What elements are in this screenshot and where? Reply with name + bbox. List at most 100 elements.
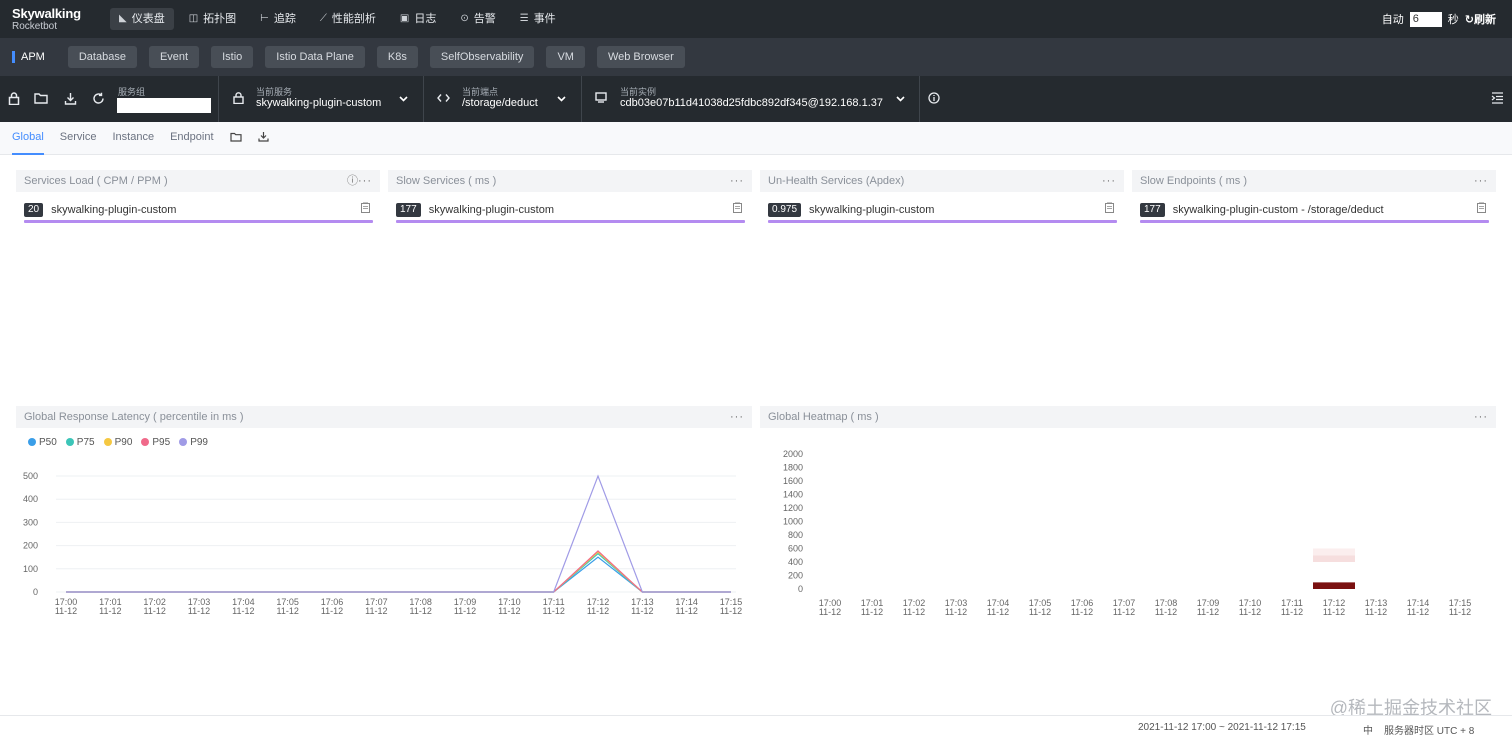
main-nav: ◣ 仪表盘 ◫ 拓扑图 ⊢ 追踪 ⟋ 性能剖析 ▣ 日志 ⊙ 告警 ☰ 事件 bbox=[110, 8, 565, 30]
heatmap-cell[interactable] bbox=[1313, 575, 1355, 583]
y-tick-label: 1400 bbox=[783, 490, 803, 500]
item-name: skywalking-plugin-custom bbox=[428, 204, 555, 216]
refresh-interval-input[interactable]: 6 bbox=[1409, 11, 1442, 27]
template-apm[interactable]: APM bbox=[12, 51, 56, 63]
item-name: skywalking-plugin-custom bbox=[809, 204, 935, 216]
menu-indent-icon[interactable] bbox=[1490, 92, 1504, 106]
logo[interactable]: Skywalking Rocketbot bbox=[12, 7, 81, 33]
legend-item[interactable]: P95 bbox=[141, 437, 170, 448]
logo-title: Skywalking bbox=[12, 6, 81, 21]
tab-endpoint[interactable]: Endpoint bbox=[170, 122, 213, 155]
template-selfobservability[interactable]: SelfObservability bbox=[429, 46, 535, 68]
nav-label: 告警 bbox=[473, 13, 496, 25]
more-icon[interactable]: ··· bbox=[1474, 170, 1488, 192]
heatmap-cell[interactable] bbox=[1313, 582, 1355, 589]
folder-icon[interactable] bbox=[34, 92, 48, 106]
legend-item[interactable]: P50 bbox=[28, 437, 57, 448]
tab-instance[interactable]: Instance bbox=[112, 122, 154, 155]
latency-legend: P50 P75 P90 P95 P99 bbox=[28, 437, 208, 448]
nav-item-0[interactable]: ◣ 仪表盘 bbox=[110, 8, 174, 30]
copy-icon[interactable] bbox=[733, 202, 742, 216]
y-tick-label: 1600 bbox=[783, 476, 803, 486]
y-tick-label: 200 bbox=[23, 541, 38, 551]
nav-item-6[interactable]: ☰ 事件 bbox=[511, 8, 565, 30]
download-icon[interactable] bbox=[257, 131, 269, 145]
y-tick-label: 600 bbox=[788, 544, 803, 554]
list-item[interactable]: 177 skywalking-plugin-custom - /storage/d… bbox=[1140, 200, 1384, 220]
template-vm[interactable]: VM bbox=[546, 46, 585, 68]
nav-label: 仪表盘 bbox=[131, 13, 165, 25]
y-tick-label: 400 bbox=[23, 494, 38, 504]
alarm-icon: ⊙ bbox=[460, 13, 469, 24]
copy-icon[interactable] bbox=[361, 202, 370, 216]
y-tick-label: 2000 bbox=[783, 449, 803, 459]
auto-refresh: 自动 6 秒 ↻刷新 bbox=[1382, 11, 1496, 27]
legend-item[interactable]: P75 bbox=[65, 437, 95, 448]
x-tick-label: 17:00 11-12 bbox=[55, 597, 78, 616]
template-event[interactable]: Event bbox=[148, 46, 200, 68]
y-tick-label: 400 bbox=[788, 557, 803, 567]
nav-item-3[interactable]: ⟋ 性能剖析 bbox=[311, 8, 385, 30]
event-icon: ☰ bbox=[519, 13, 529, 24]
nav-item-5[interactable]: ⊙ 告警 bbox=[451, 8, 504, 30]
copy-icon[interactable] bbox=[1105, 202, 1114, 216]
info-icon[interactable] bbox=[927, 92, 941, 106]
nav-item-4[interactable]: ▣ 日志 bbox=[391, 8, 445, 30]
dashboard-template-bar: APM Database Event Istio Istio Data Plane K8s… bbox=[0, 38, 1512, 76]
panel-title: Slow Services ( ms ) bbox=[396, 175, 497, 187]
more-icon[interactable]: ··· bbox=[1102, 170, 1116, 192]
template-database[interactable]: Database bbox=[67, 46, 137, 68]
value-bar bbox=[396, 220, 745, 223]
legend-item[interactable]: P99 bbox=[179, 437, 208, 448]
heatmap-cell[interactable] bbox=[1313, 555, 1355, 562]
list-item[interactable]: 0.975 skywalking-plugin-custom bbox=[768, 200, 934, 220]
time-range[interactable]: 2021-11-12 17:00 ~ 2021-11-12 17:15 bbox=[1138, 722, 1306, 733]
latency-line-chart: 0 100 200 300 400 500 17:00 11-12 17:01 11-12 17:0… bbox=[23, 471, 742, 616]
current-instance-value: cdb03e07b11d41038d25fdbc892df345@192.168… bbox=[620, 97, 883, 109]
legend-dot bbox=[28, 438, 36, 446]
current-service-value: skywalking-plugin-custom bbox=[256, 97, 382, 109]
reload-icon[interactable] bbox=[91, 92, 105, 106]
template-web-browser[interactable]: Web Browser bbox=[596, 46, 685, 68]
nav-item-1[interactable]: ◫ 拓扑图 bbox=[180, 8, 245, 30]
list-item[interactable]: 20 skywalking-plugin-custom bbox=[24, 200, 176, 220]
x-tick-label: 17:08 11-12 bbox=[1155, 598, 1178, 617]
template-istio-data-plane[interactable]: Istio Data Plane bbox=[265, 46, 365, 68]
logo-subtitle: Rocketbot bbox=[12, 21, 58, 32]
nav-item-2[interactable]: ⊢ 追踪 bbox=[251, 8, 305, 30]
refresh-button[interactable]: ↻刷新 bbox=[1465, 11, 1496, 27]
more-icon[interactable]: ··· bbox=[1474, 406, 1488, 428]
copy-icon[interactable] bbox=[1477, 202, 1486, 216]
template-k8s[interactable]: K8s bbox=[376, 46, 418, 68]
service-group-input[interactable] bbox=[117, 98, 211, 113]
info-icon[interactable]: ⓘ bbox=[347, 170, 358, 192]
folder-icon[interactable] bbox=[229, 132, 242, 145]
more-icon[interactable]: ··· bbox=[358, 170, 372, 192]
heatmap-cell[interactable] bbox=[1313, 548, 1355, 556]
language-toggle[interactable]: 中 bbox=[1363, 722, 1373, 737]
legend-dot bbox=[65, 438, 74, 446]
current-instance-selector[interactable]: 当前实例 cdb03e07b11d41038d25fdbc892df345@19… bbox=[581, 76, 918, 122]
current-service-selector[interactable]: 当前服务 skywalking-plugin-custom bbox=[218, 76, 422, 122]
lock-icon[interactable] bbox=[7, 92, 21, 106]
profile-icon: ⟋ bbox=[319, 13, 327, 24]
current-endpoint-selector[interactable]: 当前端点 /storage/deduct bbox=[423, 76, 580, 122]
tab-global[interactable]: Global bbox=[12, 122, 44, 155]
more-icon[interactable]: ··· bbox=[730, 406, 744, 428]
x-tick-label: 17:15 11-12 bbox=[1449, 598, 1472, 617]
value-bar bbox=[768, 220, 1117, 223]
series-line-p75 bbox=[66, 552, 731, 593]
dashboard-icon: ◣ bbox=[119, 13, 127, 24]
nav-label: 拓扑图 bbox=[203, 13, 237, 25]
more-icon[interactable]: ··· bbox=[730, 170, 744, 192]
x-tick-label: 17:06 11-12 bbox=[1071, 598, 1094, 617]
tab-service[interactable]: Service bbox=[60, 122, 97, 155]
x-tick-label: 17:03 11-12 bbox=[945, 598, 968, 617]
template-istio[interactable]: Istio bbox=[211, 46, 254, 68]
legend-label: P50 bbox=[39, 437, 57, 448]
y-tick-label: 200 bbox=[788, 571, 803, 581]
download-icon[interactable] bbox=[63, 92, 77, 106]
legend-item[interactable]: P90 bbox=[103, 437, 132, 448]
nav-label: 追踪 bbox=[273, 13, 296, 25]
list-item[interactable]: 177 skywalking-plugin-custom bbox=[396, 200, 554, 220]
